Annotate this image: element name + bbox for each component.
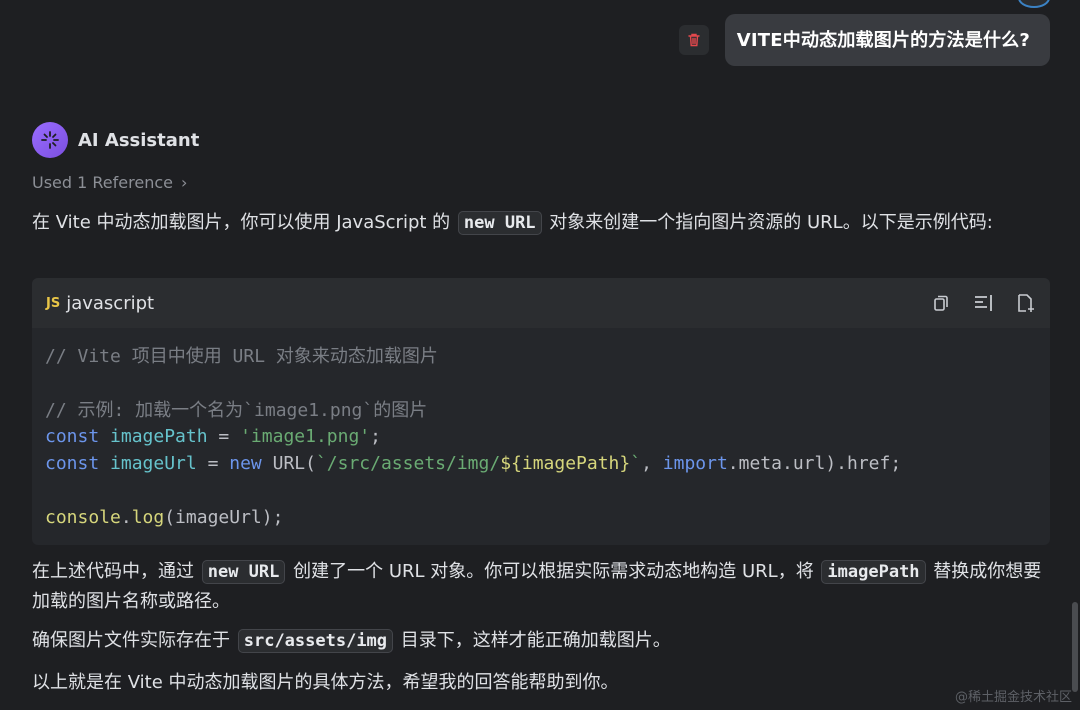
new-file-icon[interactable] [1014, 292, 1036, 314]
code-block-header: JS javascript [32, 278, 1050, 328]
code-token: `/src/assets/img/ [315, 453, 501, 475]
code-actions [910, 292, 1036, 314]
user-message-row: VITE中动态加载图片的方法是什么? [678, 14, 1050, 66]
paragraph-text: 目录下，这样才能正确加载图片。 [395, 630, 671, 651]
paragraph-text: 确保图片文件实际存在于 [32, 630, 236, 651]
code-token: 'image1.png' [240, 426, 371, 448]
intro-paragraph: 在 Vite 中动态加载图片，你可以使用 JavaScript 的 new UR… [32, 208, 1052, 238]
inline-code: new URL [457, 211, 542, 235]
code-language-label: javascript [66, 292, 155, 314]
scrollbar[interactable] [1072, 602, 1078, 692]
code-token: imagePath [110, 426, 208, 448]
code-token: URL( [261, 453, 316, 475]
user-avatar [1018, 0, 1050, 8]
intro-text: 对象来创建一个指向图片资源的 URL。以下是示例代码: [543, 212, 993, 233]
code-token: (imageUrl); [164, 506, 284, 528]
code-block: JS javascript // Vite 项目中使用 URL 对象来动态加载图… [32, 278, 1050, 545]
code-token: .meta.url).href; [727, 453, 902, 475]
note-paragraph: 确保图片文件实际存在于 src/assets/img 目录下，这样才能正确加载图… [32, 626, 1052, 656]
reference-label: Used 1 Reference [32, 173, 173, 192]
code-token: log [131, 506, 165, 528]
code-token: const [45, 426, 100, 448]
code-token: new [229, 453, 262, 475]
code-token: = [207, 426, 241, 448]
code-token: const [45, 453, 100, 475]
paragraph-text: 创建了一个 URL 对象。你可以根据实际需求动态地构造 URL，将 [287, 561, 820, 582]
code-token: ` [630, 453, 642, 475]
code-token: imageUrl [110, 453, 197, 475]
code-token: = [196, 453, 230, 475]
inline-code: imagePath [821, 560, 926, 584]
inline-code: new URL [201, 560, 286, 584]
inline-code: src/assets/img [237, 629, 394, 653]
paragraph-text: 在上述代码中，通过 [32, 561, 200, 582]
code-line: // Vite 项目中使用 URL 对象来动态加载图片 [45, 346, 438, 367]
code-content: // Vite 项目中使用 URL 对象来动态加载图片 // 示例: 加载一个名… [32, 328, 1050, 532]
assistant-header: AI Assistant [32, 122, 199, 158]
closing-paragraph: 以上就是在 Vite 中动态加载图片的具体方法，希望我的回答能帮助到你。 [32, 672, 619, 693]
code-token: console [45, 506, 121, 528]
assistant-avatar [32, 122, 68, 158]
code-token: import [662, 453, 728, 475]
used-reference-toggle[interactable]: Used 1 Reference › [32, 173, 187, 192]
insert-at-caret-icon[interactable] [972, 292, 994, 314]
chevron-right-icon: › [180, 173, 188, 192]
javascript-icon: JS [46, 295, 61, 311]
copy-icon[interactable] [930, 292, 952, 314]
code-line: // 示例: 加载一个名为`image1.png`的图片 [45, 399, 428, 421]
user-message-bubble: VITE中动态加载图片的方法是什么? [724, 14, 1050, 66]
explanation-paragraph: 在上述代码中，通过 new URL 创建了一个 URL 对象。你可以根据实际需求… [32, 557, 1052, 617]
code-token: , [641, 453, 663, 475]
code-token: ${imagePath} [500, 453, 631, 475]
assistant-name: AI Assistant [78, 129, 200, 151]
intro-text: 在 Vite 中动态加载图片，你可以使用 JavaScript 的 [32, 212, 456, 233]
watermark: @稀土掘金技术社区 [954, 690, 1072, 705]
code-token: . [120, 506, 132, 528]
sparkle-icon [41, 131, 59, 149]
delete-message-button[interactable] [678, 25, 709, 55]
code-token: ; [370, 426, 381, 448]
trash-icon [688, 33, 700, 47]
